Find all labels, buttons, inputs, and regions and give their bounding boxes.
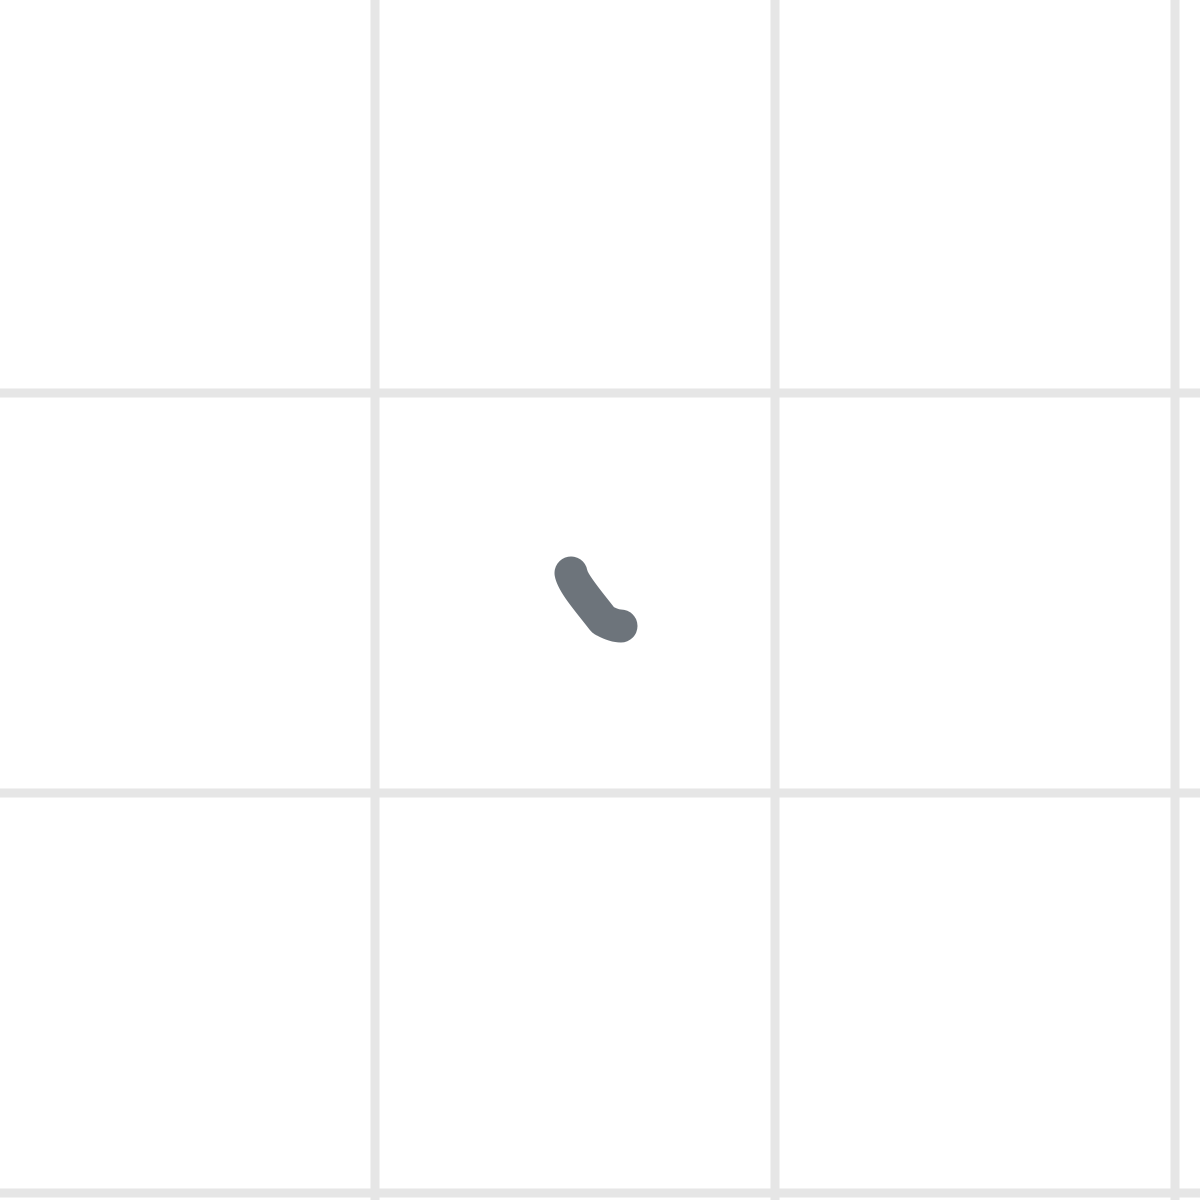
drawing-canvas[interactable] <box>0 0 1200 1200</box>
